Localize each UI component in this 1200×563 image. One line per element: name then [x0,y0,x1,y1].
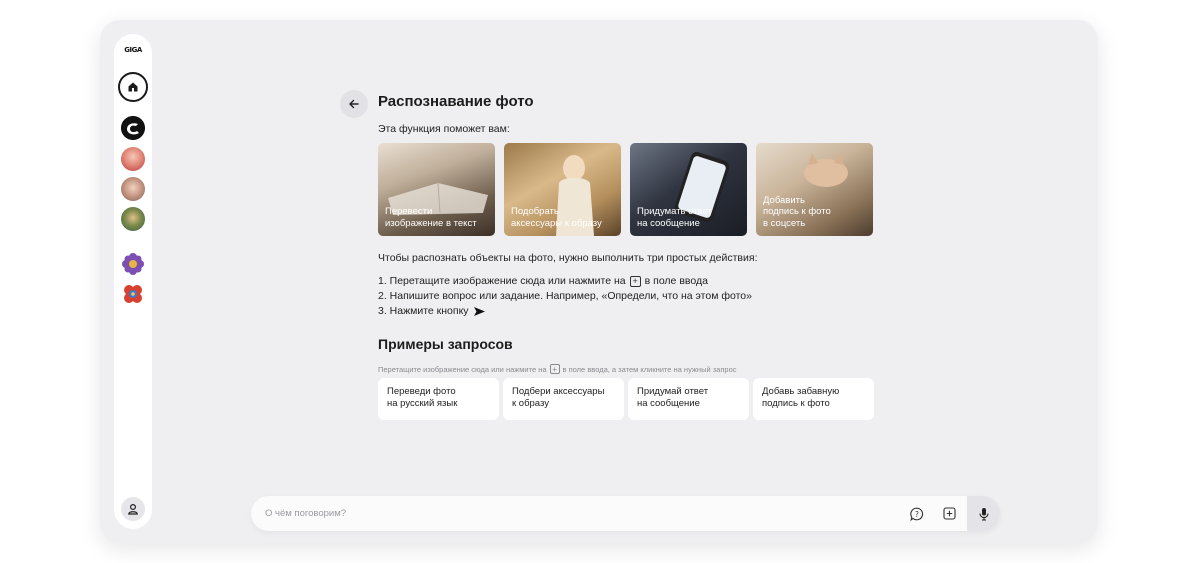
avatar-woman-glasses[interactable] [121,177,145,201]
help-chat-icon: ? [909,507,923,521]
chat-input[interactable] [265,505,865,522]
example-query-card[interactable]: Подбери аксессуары к образу [503,378,624,420]
instructions-steps: 1. Перетащите изображение сюда или нажми… [378,274,752,319]
flower-red-icon[interactable] [121,282,145,306]
svg-text:?: ? [915,510,919,519]
flower-purple-icon[interactable] [121,252,145,276]
step-1-text-end: в поле ввода [644,275,708,287]
feature-card-reply[interactable]: Придумать ответ на сообщение [630,143,747,236]
avatar-man-green[interactable] [121,207,145,231]
instructions-heading: Чтобы распознать объекты на фото, нужно … [378,252,758,264]
examples-hint-text-end: в поле ввода, а затем кликните на нужный… [562,364,737,374]
examples-hint-text: Перетащите изображение сюда или нажмите … [378,364,547,374]
feature-cards: Перевести изображение в текст Подобрать … [378,143,876,237]
examples-title: Примеры запросов [378,336,513,352]
profile-button[interactable] [121,497,145,521]
chat-input-bar: ? [251,496,1000,531]
user-icon [128,503,138,515]
back-button[interactable] [340,90,368,118]
send-arrow-icon [473,307,485,316]
plus-square-icon [943,507,956,520]
home-button[interactable] [118,72,148,102]
step-1: 1. Перетащите изображение сюда или нажми… [378,274,752,289]
feature-card-accessories[interactable]: Подобрать аксессуары к образу [504,143,621,236]
example-query-card[interactable]: Добавь забавную подпись к фото [753,378,874,420]
examples-hint: Перетащите изображение сюда или нажмите … [378,364,737,374]
app-window: GIGA Распознавание фото Эта функция помо… [100,20,1098,543]
step-1-text: 1. Перетащите изображение сюда или нажми… [378,275,626,287]
app-logo[interactable]: GIGA [122,44,144,56]
feature-card-label: Придумать ответ на сообщение [637,206,712,229]
step-2: 2. Напишите вопрос или задание. Например… [378,289,752,304]
assistant-avatar[interactable] [121,116,145,140]
feature-card-caption[interactable]: Добавить подпись к фото в соцсеть [756,143,873,236]
microphone-icon [978,507,989,521]
step-2-text: 2. Напишите вопрос или задание. Например… [378,290,752,302]
intro-text: Эта функция поможет вам: [378,123,510,135]
feature-card-label: Перевести изображение в текст [385,206,477,229]
arrow-left-icon [349,99,359,109]
step-3-text: 3. Нажмите кнопку [378,305,469,317]
assistant-logo-icon [121,116,145,140]
feature-card-translate[interactable]: Перевести изображение в текст [378,143,495,236]
home-icon [128,82,138,92]
example-queries: Переведи фото на русский язык Подбери ак… [378,378,874,420]
attach-plus-icon: + [549,364,560,374]
microphone-button[interactable] [967,496,1000,531]
sidebar: GIGA [114,34,152,529]
attach-plus-icon: + [629,276,641,287]
example-query-card[interactable]: Придумай ответ на сообщение [628,378,749,420]
example-query-card[interactable]: Переведи фото на русский язык [378,378,499,420]
help-button[interactable]: ? [908,505,925,522]
feature-card-label: Подобрать аксессуары к образу [511,206,602,229]
page-title: Распознавание фото [378,93,534,110]
avatar-woman-red[interactable] [121,147,145,171]
feature-card-label: Добавить подпись к фото в соцсеть [763,194,831,229]
attach-button[interactable] [941,505,958,522]
step-3: 3. Нажмите кнопку [378,304,752,319]
